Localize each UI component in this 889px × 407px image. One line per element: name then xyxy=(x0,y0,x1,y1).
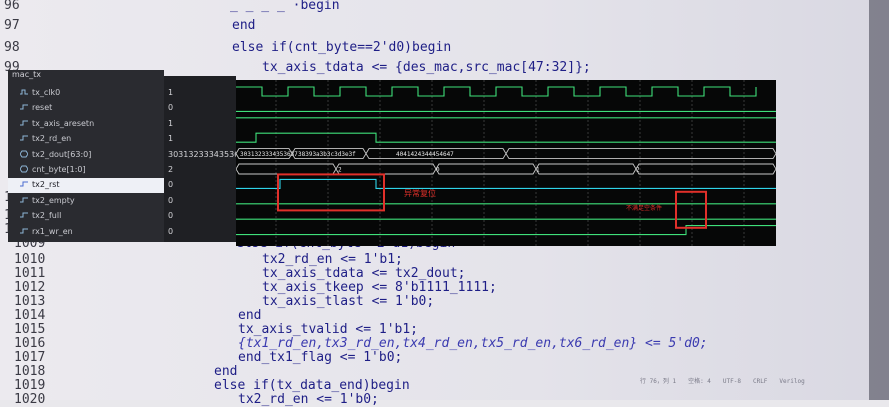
signal-value: 0 xyxy=(168,180,174,190)
signal-value: 0 xyxy=(168,226,174,236)
waveform-viewer[interactable]: mac_tx tx_clk0reset tx_axis_aresetn tx2_rd… xyxy=(8,70,777,246)
code-line[interactable]: tx2_rd_en <= 1'b1; xyxy=(262,252,403,267)
signal-value: 0 xyxy=(168,103,174,113)
signal-name: rx1_wr_en xyxy=(32,226,73,236)
line-number: 1012 xyxy=(14,280,46,295)
code-line[interactable]: else if(cnt_byte==2'd0)begin xyxy=(232,40,451,55)
signal-name: cnt_byte[1:0] xyxy=(32,165,86,174)
signal-row-tx-clk0[interactable]: tx_clk0 xyxy=(8,86,164,101)
cnt-bus-label: 2 xyxy=(636,167,640,174)
signal-name-panel: mac_tx tx_clk0reset tx_axis_aresetn tx2_rd… xyxy=(8,70,164,242)
bit-signal-icon xyxy=(20,211,28,219)
code-line[interactable]: _ _ _ _ ·begin xyxy=(230,0,340,13)
signal-name: tx2_full xyxy=(32,211,62,221)
signal-value: 1 xyxy=(168,118,174,128)
clock-signal-icon xyxy=(20,88,28,96)
bit-signal-icon xyxy=(20,196,28,204)
signal-value: 2 xyxy=(168,165,174,174)
bit-signal-icon xyxy=(20,227,28,235)
clock-trace xyxy=(236,86,757,97)
dout-bus-label: 4041424344454647 xyxy=(396,151,454,158)
waveform-traces: 3031323334353637 38393a3b3c3d3e3f 40414243… xyxy=(235,80,777,246)
empty-condition-annotation: 不满足空条件 xyxy=(626,204,662,212)
empty-box xyxy=(675,190,707,229)
cnt-bus-segment xyxy=(635,163,777,175)
cnt-bus-label: 1 xyxy=(536,167,540,174)
bus-signal-icon xyxy=(19,150,29,158)
line-number: 1018 xyxy=(14,364,46,379)
line-number: 1010 xyxy=(14,252,46,267)
line-number: 98 xyxy=(4,40,20,55)
line-number: 97 xyxy=(4,18,20,33)
signal-row-tx2-rst[interactable]: tx2_rst xyxy=(8,178,164,194)
code-line[interactable]: tx_axis_tlast <= 1'b0; xyxy=(262,294,434,309)
bit-signal-icon xyxy=(20,134,28,142)
signal-name: tx2_empty xyxy=(32,195,75,205)
line-number: 1011 xyxy=(14,266,46,281)
code-line[interactable]: end xyxy=(232,18,255,33)
signal-row-tx2-full[interactable]: tx2_full xyxy=(8,209,164,224)
cnt-bus-segment xyxy=(235,163,337,175)
signal-name: tx2_rd_en xyxy=(32,134,72,144)
cnt-bus-segment xyxy=(535,163,637,175)
signal-value: 1 xyxy=(168,88,174,97)
signal-value: 0 xyxy=(168,211,174,221)
line-number: 1016 xyxy=(14,336,46,351)
signal-name: tx2_dout[63:0] xyxy=(32,149,92,159)
bit-signal-icon xyxy=(20,119,28,127)
signal-name: tx_axis_aresetn xyxy=(32,118,95,128)
bit-signal-icon xyxy=(20,103,28,111)
code-line[interactable]: tx_axis_tvalid <= 1'b1; xyxy=(238,322,418,337)
cnt-bus-label: 0 xyxy=(436,167,440,174)
code-line[interactable]: else if(tx_data_end)begin xyxy=(214,378,410,393)
signal-row-cnt-byte-1-0[interactable]: cnt_byte[1:0] xyxy=(8,163,164,178)
anomaly-reset-annotation: 异常复位 xyxy=(404,188,436,198)
signal-value: 0 xyxy=(168,195,174,205)
code-line[interactable]: end xyxy=(238,308,261,323)
signal-value: 1 xyxy=(168,134,174,144)
signal-row-tx-axis-aresetn[interactable]: tx_axis_aresetn xyxy=(8,117,164,132)
cnt-bus-segment xyxy=(435,163,537,175)
line-number: 1019 xyxy=(14,378,46,393)
cnt-bus-segment xyxy=(335,163,437,175)
signal-name: reset xyxy=(32,103,53,113)
signal-row-tx2-dout-63-0[interactable]: tx2_dout[63:0] xyxy=(8,148,164,163)
waveform-title: mac_tx xyxy=(12,70,41,79)
signal-name: tx_clk0 xyxy=(32,88,61,97)
code-line[interactable]: end xyxy=(214,364,237,379)
status-item[interactable]: 空格: 4 xyxy=(688,378,711,385)
line-number: 1013 xyxy=(14,294,46,309)
bus-signal-icon xyxy=(19,165,29,173)
line-number: 1017 xyxy=(14,350,46,365)
editor-scrollbar[interactable] xyxy=(869,0,889,400)
dout-bus-segment xyxy=(505,148,777,160)
rd-en-trace xyxy=(236,132,776,143)
signal-row-rx1-wr-en[interactable]: rx1_wr_en xyxy=(8,225,164,240)
dout-bus-label: 3031323334353637 xyxy=(240,151,298,158)
signal-row-reset[interactable]: reset xyxy=(8,101,164,116)
signal-row-tx2-rd-en[interactable]: tx2_rd_en xyxy=(8,132,164,147)
bit-signal-icon xyxy=(20,180,28,188)
cnt-bus-label: 2 xyxy=(338,167,342,174)
code-line[interactable]: tx_axis_tkeep <= 8'b1111_1111; xyxy=(262,280,497,295)
signal-name: tx2_rst xyxy=(32,180,60,190)
line-number: 1014 xyxy=(14,308,46,323)
rst-trace xyxy=(236,178,776,189)
line-number: 1015 xyxy=(14,322,46,337)
status-item[interactable]: CRLF xyxy=(753,378,767,385)
signal-row-tx2-empty[interactable]: tx2_empty xyxy=(8,194,164,209)
code-line[interactable]: tx_axis_tdata <= tx2_dout; xyxy=(262,266,466,281)
line-number: 96 xyxy=(4,0,20,13)
status-item[interactable]: Verilog xyxy=(779,378,804,385)
dout-bus-label: 38393a3b3c3d3e3f xyxy=(298,151,356,158)
waveform-plot[interactable]: 3031323334353637 38393a3b3c3d3e3f 40414243… xyxy=(235,80,777,246)
signal-value-panel: 1 0 1 1 3031323334353637 2 0 0 0 0 xyxy=(164,76,249,242)
status-item[interactable]: 行 76，列 1 xyxy=(640,378,676,385)
status-bar: 行 76，列 1 空格: 4 UTF-8 CRLF Verilog xyxy=(640,376,817,385)
code-line[interactable]: {tx1_rd_en,tx3_rd_en,tx4_rd_en,tx5_rd_en… xyxy=(238,336,708,351)
status-item[interactable]: UTF-8 xyxy=(723,378,741,385)
code-line[interactable]: end_tx1_flag <= 1'b0; xyxy=(238,350,402,365)
